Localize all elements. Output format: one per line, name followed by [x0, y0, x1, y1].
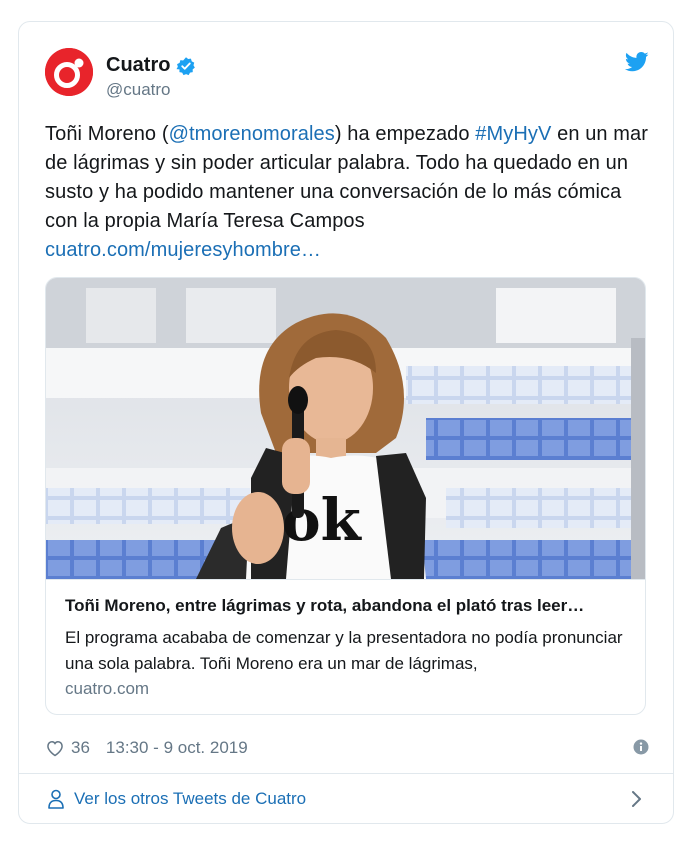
view-more-tweets-link[interactable]: Ver los otros Tweets de Cuatro: [19, 773, 673, 824]
handle[interactable]: @cuatro: [106, 80, 171, 100]
card-description: El programa acababa de comenzar y la pre…: [65, 628, 623, 673]
name-row: Cuatro: [106, 54, 196, 77]
mention-link[interactable]: @tmorenomorales: [169, 123, 335, 145]
like-count[interactable]: 36: [71, 738, 90, 758]
verified-badge-icon: [176, 56, 196, 75]
card-body: Toñi Moreno, entre lágrimas y rota, aban…: [46, 579, 645, 714]
display-name[interactable]: Cuatro: [106, 54, 170, 77]
tweet-meta: 36 13:30 - 9 oct. 2019: [45, 735, 649, 761]
heart-icon[interactable]: [45, 738, 65, 758]
twitter-bird-icon[interactable]: [625, 52, 649, 72]
chevron-right-icon[interactable]: [631, 790, 643, 808]
footer-label[interactable]: Ver los otros Tweets de Cuatro: [74, 789, 306, 809]
tweet-text-part: Toñi Moreno (: [45, 123, 169, 145]
link-preview-card[interactable]: ok Toñi Moreno, entre lágrimas y rota, a…: [45, 277, 646, 715]
tweet-text-part: ) ha empezado: [334, 123, 476, 145]
person-icon: [48, 789, 64, 809]
tweet-header: Cuatro @cuatro: [45, 48, 649, 100]
card-title[interactable]: Toñi Moreno, entre lágrimas y rota, aban…: [65, 596, 635, 616]
tweet-embed-card: Cuatro @cuatro Toñi Moreno (@tmorenomora…: [18, 21, 674, 824]
tweet-text: Toñi Moreno (@tmorenomorales) ha empezad…: [45, 120, 655, 265]
hashtag-link[interactable]: #MyHyV: [475, 123, 551, 145]
url-link[interactable]: cuatro.com/mujeresyhombre…: [45, 239, 321, 261]
card-domain: cuatro.com: [65, 679, 150, 698]
cuatro-logo-icon: [45, 48, 93, 96]
info-icon[interactable]: [633, 739, 649, 755]
timestamp[interactable]: 13:30 - 9 oct. 2019: [106, 738, 248, 758]
preview-image[interactable]: ok: [46, 278, 646, 579]
avatar[interactable]: [45, 48, 93, 96]
